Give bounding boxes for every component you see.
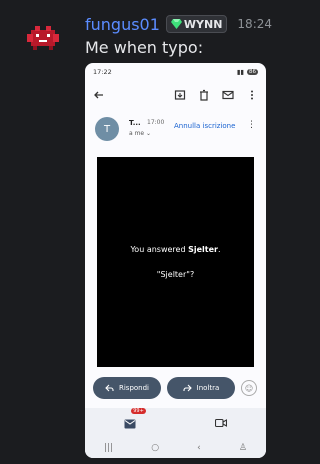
accessibility-icon[interactable]: ♙ — [239, 443, 247, 453]
reply-label: Rispondi — [118, 384, 149, 392]
gem-icon — [170, 19, 182, 29]
smile-icon: ☺ — [244, 383, 254, 393]
forward-icon — [183, 384, 192, 392]
trash-icon[interactable] — [198, 89, 210, 101]
archive-icon[interactable] — [174, 89, 186, 101]
recents-icon[interactable]: ||| — [104, 443, 113, 453]
username[interactable]: fungus01 — [85, 15, 160, 34]
sender-more-icon[interactable]: ⋮ — [247, 120, 256, 130]
mail-tab[interactable]: 99+ — [124, 407, 146, 433]
email-sender-row: T T... 17:00 a me ⌄ Annulla iscrizione ⋮ — [95, 117, 258, 147]
signal-icon: ▮▮ — [236, 68, 244, 76]
android-nav-bar: ||| ○ ‹ ♙ — [85, 438, 266, 458]
mail-icon[interactable] — [222, 89, 234, 101]
forward-button[interactable]: Inoltra — [167, 377, 235, 399]
answer-word: Sjelter — [188, 245, 218, 254]
reply-button[interactable]: Rispondi — [93, 377, 161, 399]
message-timestamp: 18:24 — [237, 17, 273, 31]
answer-suffix: . — [217, 245, 221, 254]
email-toolbar — [85, 85, 266, 105]
answer-line: You answered Sjelter. — [97, 245, 254, 254]
question-line: "Sjelter"? — [156, 270, 195, 279]
sender-name[interactable]: T... — [129, 119, 141, 127]
sender-avatar[interactable]: T — [95, 117, 119, 141]
video-meet-icon[interactable] — [214, 418, 227, 428]
emoji-reaction-button[interactable]: ☺ — [241, 380, 257, 396]
phone-status-bar: 17:22 ▮▮ 86 — [85, 63, 266, 81]
mail-tab-icon — [124, 419, 136, 428]
guild-tag-label: WYNN — [183, 17, 223, 31]
answer-prefix: You answered — [130, 245, 189, 254]
recipient-text: a me — [129, 130, 145, 137]
chevron-down-icon: ⌄ — [146, 130, 152, 137]
home-icon[interactable]: ○ — [151, 443, 159, 453]
status-time: 17:22 — [93, 68, 112, 76]
back-icon[interactable]: ‹ — [197, 443, 201, 453]
forward-label: Inoltra — [196, 384, 220, 392]
battery-level: 86 — [247, 69, 258, 75]
more-vert-icon[interactable] — [246, 89, 258, 101]
app-bottom-nav: 99+ — [85, 407, 266, 438]
recipient-label[interactable]: a me ⌄ — [129, 130, 151, 137]
unread-badge: 99+ — [131, 407, 146, 414]
user-avatar[interactable] — [25, 24, 61, 52]
back-arrow-icon[interactable] — [93, 89, 105, 101]
message-text: Me when typo: — [85, 38, 204, 57]
sender-time: 17:00 — [147, 119, 165, 126]
reply-icon — [105, 384, 114, 392]
unsubscribe-link[interactable]: Annulla iscrizione — [174, 122, 235, 130]
email-body-image: You answered Sjelter. "Sjelter"? — [97, 157, 254, 367]
screenshot-attachment[interactable]: 17:22 ▮▮ 86 T T... 17:00 a me ⌄ Annulla … — [85, 63, 266, 458]
message-header: fungus01 WYNN 18:24 — [85, 13, 272, 35]
guild-tag[interactable]: WYNN — [165, 15, 228, 33]
